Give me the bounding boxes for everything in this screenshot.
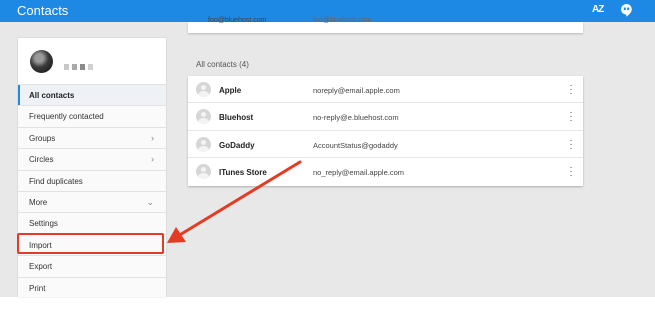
annotation-arrow (167, 160, 302, 243)
